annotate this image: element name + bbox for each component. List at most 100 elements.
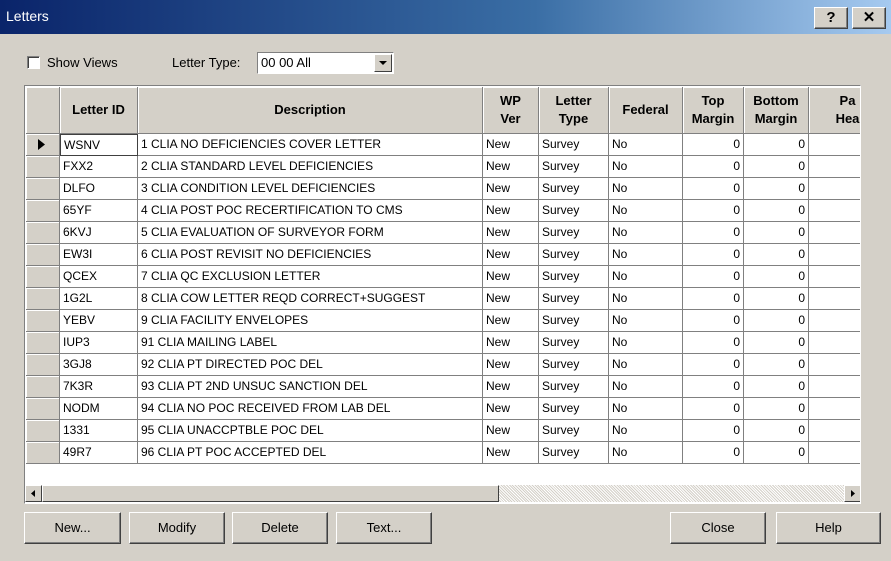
cell-wp[interactable]: New	[483, 178, 539, 200]
cell-page-header[interactable]	[809, 420, 860, 442]
cell-type[interactable]: Survey	[539, 354, 609, 376]
cell-wp[interactable]: New	[483, 332, 539, 354]
cell-page-header[interactable]	[809, 200, 860, 222]
cell-desc[interactable]: 91 CLIA MAILING LABEL	[138, 332, 483, 354]
row-selector[interactable]	[26, 178, 60, 200]
cell-page-header[interactable]	[809, 398, 860, 420]
cell-bottom[interactable]: 0	[744, 244, 809, 266]
row-selector[interactable]	[26, 222, 60, 244]
row-selector[interactable]	[26, 156, 60, 178]
cell-page-header[interactable]	[809, 244, 860, 266]
cell-federal[interactable]: No	[609, 288, 683, 310]
cell-id[interactable]: 65YF	[60, 200, 138, 222]
cell-desc[interactable]: 4 CLIA POST POC RECERTIFICATION TO CMS	[138, 200, 483, 222]
cell-desc[interactable]: 6 CLIA POST REVISIT NO DEFICIENCIES	[138, 244, 483, 266]
horizontal-scrollbar[interactable]	[25, 485, 860, 502]
cell-bottom[interactable]: 0	[744, 266, 809, 288]
cell-bottom[interactable]: 0	[744, 442, 809, 464]
header-letter-type[interactable]: Letter Type	[539, 87, 609, 134]
scroll-right-button[interactable]	[844, 485, 860, 502]
header-wp-ver[interactable]: WP Ver	[483, 87, 539, 134]
cell-top[interactable]: 0	[683, 266, 744, 288]
row-selector[interactable]	[26, 398, 60, 420]
cell-federal[interactable]: No	[609, 244, 683, 266]
cell-page-header[interactable]	[809, 354, 860, 376]
cell-type[interactable]: Survey	[539, 134, 609, 156]
cell-type[interactable]: Survey	[539, 156, 609, 178]
cell-top[interactable]: 0	[683, 376, 744, 398]
header-description[interactable]: Description	[138, 87, 483, 134]
cell-wp[interactable]: New	[483, 134, 539, 156]
cell-bottom[interactable]: 0	[744, 376, 809, 398]
cell-top[interactable]: 0	[683, 398, 744, 420]
cell-top[interactable]: 0	[683, 222, 744, 244]
cell-type[interactable]: Survey	[539, 222, 609, 244]
cell-federal[interactable]: No	[609, 376, 683, 398]
close-title-button[interactable]: ✕	[852, 7, 886, 29]
cell-wp[interactable]: New	[483, 310, 539, 332]
cell-type[interactable]: Survey	[539, 332, 609, 354]
cell-top[interactable]: 0	[683, 178, 744, 200]
cell-wp[interactable]: New	[483, 376, 539, 398]
cell-federal[interactable]: No	[609, 178, 683, 200]
cell-id[interactable]: 6KVJ	[60, 222, 138, 244]
header-federal[interactable]: Federal	[609, 87, 683, 134]
cell-top[interactable]: 0	[683, 156, 744, 178]
cell-wp[interactable]: New	[483, 420, 539, 442]
cell-bottom[interactable]: 0	[744, 178, 809, 200]
cell-bottom[interactable]: 0	[744, 134, 809, 156]
row-selector[interactable]	[26, 134, 60, 156]
row-selector[interactable]	[26, 244, 60, 266]
cell-type[interactable]: Survey	[539, 398, 609, 420]
cell-id[interactable]: DLFO	[60, 178, 138, 200]
cell-federal[interactable]: No	[609, 156, 683, 178]
cell-federal[interactable]: No	[609, 442, 683, 464]
header-letter-id[interactable]: Letter ID	[60, 87, 138, 134]
cell-top[interactable]: 0	[683, 200, 744, 222]
cell-wp[interactable]: New	[483, 200, 539, 222]
cell-wp[interactable]: New	[483, 354, 539, 376]
cell-page-header[interactable]	[809, 310, 860, 332]
cell-id[interactable]: WSNV	[60, 134, 138, 156]
cell-type[interactable]: Survey	[539, 200, 609, 222]
cell-page-header[interactable]	[809, 288, 860, 310]
cell-desc[interactable]: 9 CLIA FACILITY ENVELOPES	[138, 310, 483, 332]
cell-page-header[interactable]	[809, 332, 860, 354]
cell-desc[interactable]: 8 CLIA COW LETTER REQD CORRECT+SUGGEST	[138, 288, 483, 310]
cell-top[interactable]: 0	[683, 288, 744, 310]
modify-button[interactable]: Modify	[129, 512, 225, 544]
cell-top[interactable]: 0	[683, 244, 744, 266]
cell-desc[interactable]: 7 CLIA QC EXCLUSION LETTER	[138, 266, 483, 288]
cell-top[interactable]: 0	[683, 310, 744, 332]
cell-page-header[interactable]	[809, 442, 860, 464]
cell-desc[interactable]: 3 CLIA CONDITION LEVEL DEFICIENCIES	[138, 178, 483, 200]
cell-federal[interactable]: No	[609, 332, 683, 354]
row-selector[interactable]	[26, 200, 60, 222]
cell-bottom[interactable]: 0	[744, 156, 809, 178]
cell-bottom[interactable]: 0	[744, 354, 809, 376]
cell-federal[interactable]: No	[609, 310, 683, 332]
cell-bottom[interactable]: 0	[744, 288, 809, 310]
cell-type[interactable]: Survey	[539, 266, 609, 288]
cell-bottom[interactable]: 0	[744, 398, 809, 420]
cell-wp[interactable]: New	[483, 156, 539, 178]
cell-federal[interactable]: No	[609, 398, 683, 420]
header-page-header[interactable]: Pa Hea	[809, 87, 860, 134]
cell-desc[interactable]: 96 CLIA PT POC ACCEPTED DEL	[138, 442, 483, 464]
row-selector[interactable]	[26, 332, 60, 354]
cell-id[interactable]: FXX2	[60, 156, 138, 178]
cell-id[interactable]: EW3I	[60, 244, 138, 266]
new-button[interactable]: New...	[24, 512, 121, 544]
cell-top[interactable]: 0	[683, 442, 744, 464]
cell-bottom[interactable]: 0	[744, 310, 809, 332]
cell-page-header[interactable]	[809, 222, 860, 244]
cell-federal[interactable]: No	[609, 222, 683, 244]
cell-federal[interactable]: No	[609, 266, 683, 288]
row-selector[interactable]	[26, 310, 60, 332]
cell-page-header[interactable]	[809, 376, 860, 398]
help-button[interactable]: Help	[776, 512, 881, 544]
show-views-label[interactable]: Show Views	[47, 55, 118, 70]
cell-top[interactable]: 0	[683, 354, 744, 376]
cell-federal[interactable]: No	[609, 134, 683, 156]
cell-top[interactable]: 0	[683, 134, 744, 156]
